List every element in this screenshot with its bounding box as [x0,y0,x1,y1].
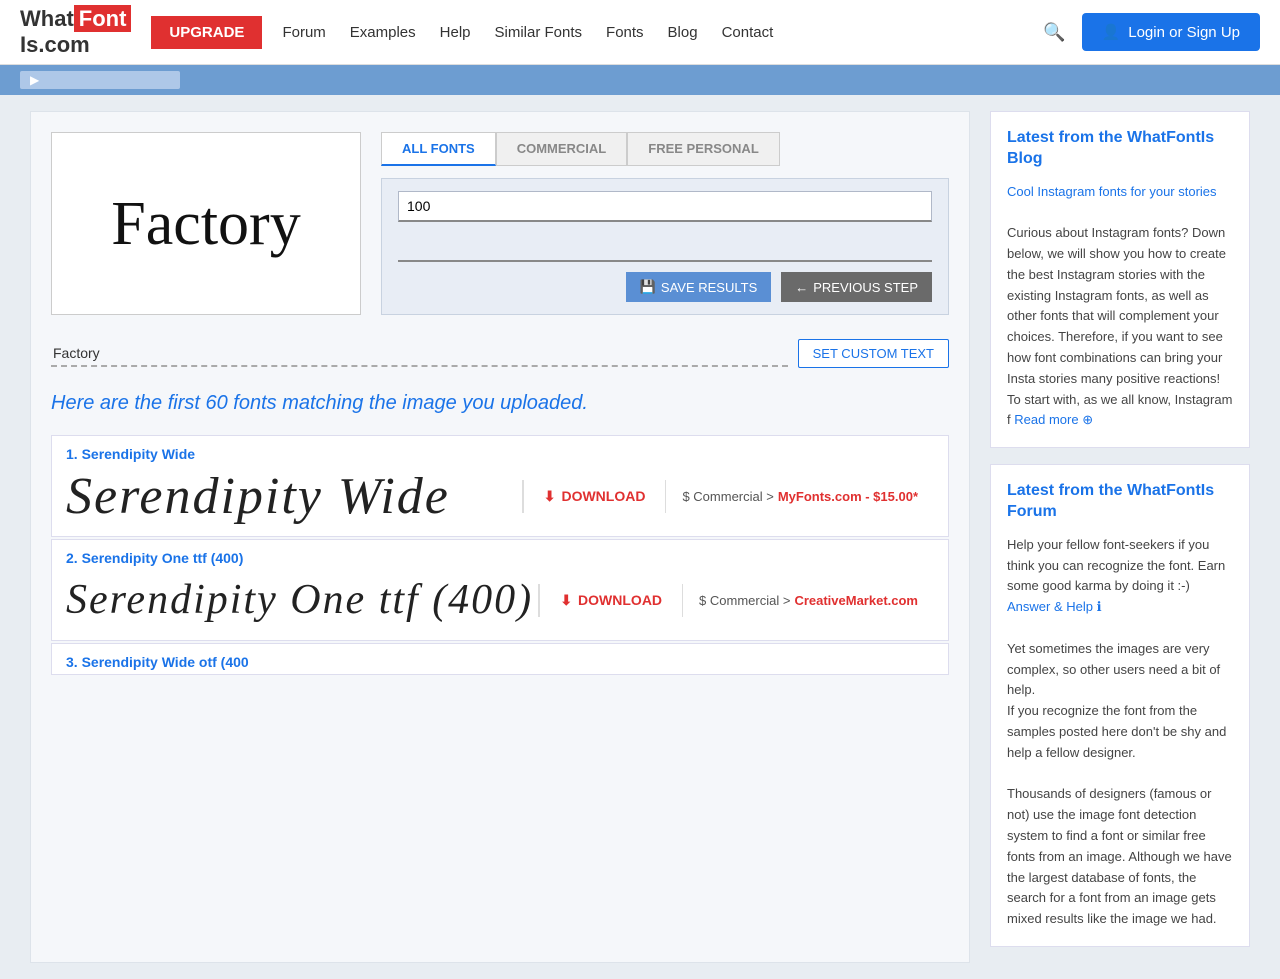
sidebar: Latest from the WhatFontIs Blog Cool Ins… [990,111,1250,963]
sidebar-forum-card: Latest from the WhatFontIs Forum Help yo… [990,464,1250,947]
forum-info-icon: ℹ [1097,599,1102,614]
banner-inner: ▶ [20,71,180,89]
font-result-item-2: 2. Serendipity One ttf (400) Serendipity… [51,539,949,641]
download-button-1[interactable]: ⬇ DOWNLOAD [524,480,667,513]
save-label: SAVE RESULTS [661,280,757,295]
font-name-preview-1: Serendipity Wide [66,466,522,526]
sidebar-blog-title: Latest from the WhatFontIs Blog [1007,128,1233,170]
answer-help-link[interactable]: Answer & Help [1007,599,1093,614]
tab-all-fonts[interactable]: ALL FONTS [381,132,496,166]
custom-text-section: SET CUSTOM TEXT [51,339,949,368]
upgrade-button[interactable]: UPGRADE [151,16,262,49]
right-panel: ALL FONTS COMMERCIAL FREE PERSONAL 💾 SA [381,132,949,315]
nav-forum[interactable]: Forum [282,24,325,41]
sidebar-blog-body: Cool Instagram fonts for your stories Cu… [1007,182,1233,432]
download-label-1: DOWNLOAD [561,488,645,504]
font-preview-box: Factory [51,132,361,315]
blog-article-link[interactable]: Cool Instagram fonts for your stories [1007,184,1217,199]
font-result-2-header[interactable]: 2. Serendipity One ttf (400) [52,540,948,570]
login-button[interactable]: 👤 Login or Sign Up [1082,13,1260,51]
font-result-item: 1. Serendipity Wide Serendipity Wide ⬇ D… [51,435,949,537]
nav-help[interactable]: Help [440,24,471,41]
previous-step-button[interactable]: ← PREVIOUS STEP [781,272,932,302]
navbar: WhatFont Is.com UPGRADE Forum Examples H… [0,0,1280,65]
font-result-1-header[interactable]: 1. Serendipity Wide [52,436,948,466]
forum-text-2: Yet sometimes the images are very comple… [1007,641,1220,698]
login-label: Login or Sign Up [1128,24,1240,41]
blue-banner: ▶ [0,65,1280,95]
blog-article-text: Curious about Instagram fonts? Down belo… [1007,225,1232,427]
count-row [398,191,932,222]
download-label-2: DOWNLOAD [578,592,662,608]
forum-text-3: If you recognize the font from the sampl… [1007,703,1226,760]
custom-text-input[interactable] [51,341,788,367]
commercial-link-2[interactable]: CreativeMarket.com [794,593,918,608]
commercial-info-1: $ Commercial > MyFonts.com - $15.00* [666,481,934,512]
download-icon-2: ⬇ [560,592,572,609]
form-actions: 💾 SAVE RESULTS ← PREVIOUS STEP [398,272,932,302]
tabs: ALL FONTS COMMERCIAL FREE PERSONAL [381,132,949,166]
font-preview-text: Factory [111,193,300,255]
filter-form: 💾 SAVE RESULTS ← PREVIOUS STEP [381,178,949,315]
font-result-2-number: 2 [66,550,74,566]
nav-fonts[interactable]: Fonts [606,24,644,41]
arrow-left-icon: ← [795,280,808,295]
logo-font: Font [74,5,132,32]
font-actions-2: ⬇ DOWNLOAD $ Commercial > CreativeMarket… [538,584,934,617]
forum-text-1: Help your fellow font-seekers if you thi… [1007,537,1225,594]
sidebar-blog-card: Latest from the WhatFontIs Blog Cool Ins… [990,111,1250,448]
count-input[interactable] [398,191,932,222]
logo-what: What [20,6,74,31]
font-result-2-body: Serendipity One ttf (400) ⬇ DOWNLOAD $ C… [52,570,948,640]
top-section: Factory ALL FONTS COMMERCIAL FREE PERSON… [51,132,949,315]
font-result-1-number: 1 [66,446,74,462]
font-result-3-number: 3 [66,654,74,670]
sidebar-forum-title: Latest from the WhatFontIs Forum [1007,481,1233,523]
save-icon: 💾 [640,279,656,295]
banner-arrow-icon: ▶ [30,73,39,87]
nav-blog[interactable]: Blog [668,24,698,41]
serendipity-one-preview: Serendipity One ttf (400) [66,576,533,624]
nav-contact[interactable]: Contact [722,24,774,41]
forum-text-4: Thousands of designers (famous or not) u… [1007,786,1232,926]
read-more-icon: ⊕ [1082,412,1093,427]
font-result-3-name[interactable]: Serendipity Wide otf (400 [82,654,249,670]
nav-links: Forum Examples Help Similar Fonts Fonts … [282,24,1043,41]
tab-commercial[interactable]: COMMERCIAL [496,132,628,166]
nav-similar-fonts[interactable]: Similar Fonts [495,24,583,41]
search-icon[interactable]: 🔍 [1043,22,1065,43]
custom-text-row-form [398,232,932,262]
sidebar-forum-body: Help your fellow font-seekers if you thi… [1007,535,1233,930]
content-area: Factory ALL FONTS COMMERCIAL FREE PERSON… [30,111,970,963]
download-button-2[interactable]: ⬇ DOWNLOAD [540,584,683,617]
nav-examples[interactable]: Examples [350,24,416,41]
tab-free-personal[interactable]: FREE PERSONAL [627,132,780,166]
prev-label: PREVIOUS STEP [813,280,918,295]
font-result-1-body: Serendipity Wide ⬇ DOWNLOAD $ Commercial… [52,466,948,536]
logo-is: Is.com [20,32,90,57]
read-more-link[interactable]: Read more [1014,412,1078,427]
commercial-info-2: $ Commercial > CreativeMarket.com [683,585,934,616]
matching-heading: Here are the first 60 fonts matching the… [51,392,949,415]
font-result-2-name[interactable]: Serendipity One ttf (400) [82,550,244,566]
font-result-3-header[interactable]: 3. Serendipity Wide otf (400 [52,644,948,674]
font-result-item-3: 3. Serendipity Wide otf (400 [51,643,949,675]
serendipity-wide-preview: Serendipity Wide [66,467,450,526]
commercial-label-1: $ Commercial > [682,489,773,504]
main-container: Factory ALL FONTS COMMERCIAL FREE PERSON… [10,95,1270,979]
custom-text-form-input[interactable] [398,232,932,262]
set-custom-text-button[interactable]: SET CUSTOM TEXT [798,339,949,368]
font-result-1-name[interactable]: Serendipity Wide [82,446,195,462]
download-icon-1: ⬇ [544,488,556,505]
commercial-link-1[interactable]: MyFonts.com - $15.00* [778,489,918,504]
commercial-label-2: $ Commercial > [699,593,790,608]
font-name-preview-2: Serendipity One ttf (400) [66,570,538,630]
font-actions-1: ⬇ DOWNLOAD $ Commercial > MyFonts.com - … [522,480,934,513]
logo[interactable]: WhatFont Is.com [20,6,131,58]
save-results-button[interactable]: 💾 SAVE RESULTS [626,272,772,302]
user-icon: 👤 [1102,23,1121,41]
